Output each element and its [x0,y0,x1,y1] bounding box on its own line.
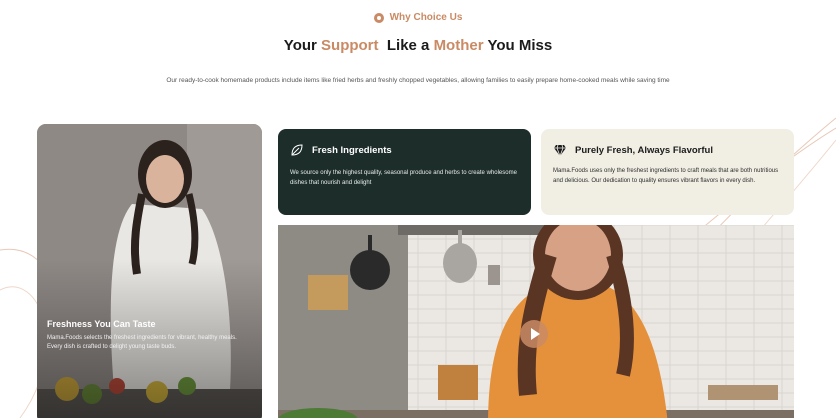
purely-fresh-title: Purely Fresh, Always Flavorful [575,144,713,156]
purely-fresh-description: Mama.Foods uses only the freshest ingred… [553,168,779,184]
heading-accent-support: Support [321,37,379,54]
fresh-ingredients-title: Fresh Ingredients [312,144,392,156]
heading-accent-mother: Mother [433,37,484,54]
freshness-title: Freshness You Can Taste [47,319,156,329]
heading-part-2: Like a [378,37,434,54]
fresh-ingredients-description: We source only the highest quality, seas… [290,170,517,186]
leaf-icon [291,144,303,156]
image-overlay [37,124,262,418]
diamond-icon [554,144,566,157]
circle-badge-icon [373,12,384,23]
heading-part-1: Your [283,37,322,54]
fresh-ingredients-card: Fresh Ingredients We source only the hig… [278,129,531,215]
freshness-card: Freshness You Can Taste Mama.Foods selec… [37,124,262,418]
heading-part-3: You Miss [483,37,553,54]
section-eyebrow: Why Choice Us [0,12,836,23]
freshness-description: Mama.Foods selects the freshest ingredie… [47,335,237,350]
section-heading: Your Support Like a Mother You Miss [0,37,836,54]
eyebrow-label: Why Choice Us [389,12,463,23]
purely-fresh-card: Purely Fresh, Always Flavorful Mama.Food… [541,129,794,215]
section-subtitle: Our ready-to-cook homemade products incl… [166,77,670,84]
play-video-button[interactable] [520,320,548,348]
play-icon [531,328,540,340]
